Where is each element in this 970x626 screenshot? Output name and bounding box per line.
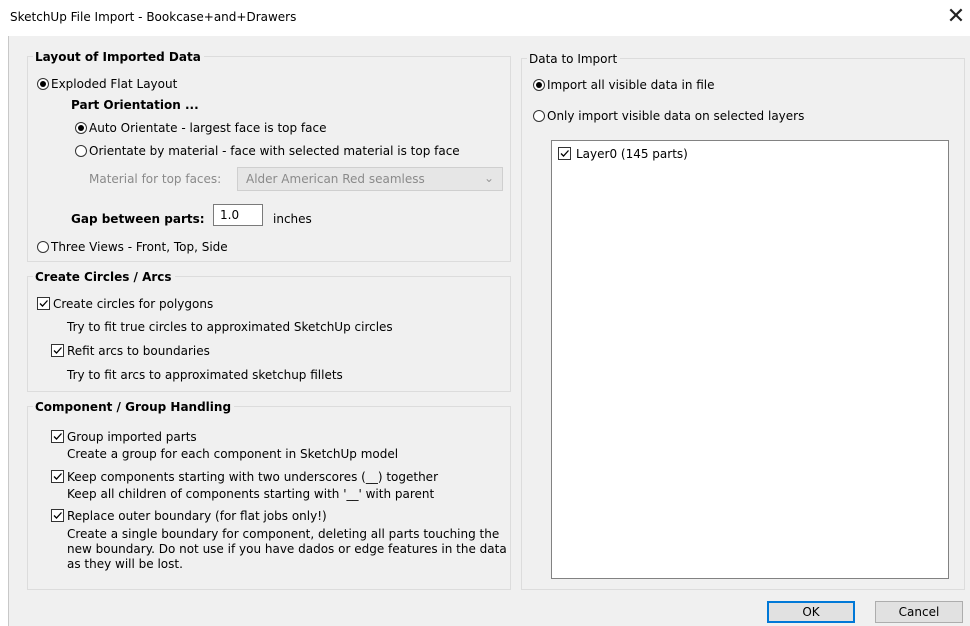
material-label: Material for top faces: [89, 172, 222, 186]
refit-arcs-label[interactable]: Refit arcs to boundaries [67, 344, 210, 358]
orientate-material-label[interactable]: Orientate by material - face with select… [89, 144, 460, 158]
three-views-label[interactable]: Three Views - Front, Top, Side [51, 240, 228, 254]
create-circles-label[interactable]: Create circles for polygons [53, 297, 213, 311]
layer0-label[interactable]: Layer0 (145 parts) [576, 147, 688, 161]
replace-boundary-desc-1: Create a single boundary for component, … [67, 527, 500, 541]
keep-components-checkbox[interactable] [51, 470, 64, 483]
import-selected-label[interactable]: Only import visible data on selected lay… [547, 109, 804, 123]
auto-orientate-radio[interactable] [75, 122, 87, 134]
replace-boundary-checkbox[interactable] [51, 509, 64, 522]
auto-orientate-label[interactable]: Auto Orientate - largest face is top fac… [89, 121, 326, 135]
data-import-legend: Data to Import [527, 52, 621, 66]
refit-arcs-desc: Try to fit arcs to approximated sketchup… [67, 368, 343, 382]
layout-group-legend: Layout of Imported Data [33, 50, 204, 64]
close-icon[interactable]: ✕ [944, 5, 968, 29]
replace-boundary-desc-3: as they will be lost. [67, 557, 183, 571]
circles-group-legend: Create Circles / Arcs [33, 270, 175, 284]
group-parts-checkbox[interactable] [51, 430, 64, 443]
part-orientation-heading: Part Orientation ... [71, 98, 199, 112]
dialog-body: Layout of Imported Data Exploded Flat La… [8, 36, 970, 626]
gap-unit: inches [273, 212, 312, 226]
three-views-radio[interactable] [37, 241, 49, 253]
exploded-flat-radio[interactable] [37, 78, 49, 90]
component-group-legend: Component / Group Handling [33, 400, 235, 414]
import-all-radio[interactable] [533, 79, 545, 91]
exploded-flat-label[interactable]: Exploded Flat Layout [51, 77, 177, 91]
group-parts-desc: Create a group for each component in Ske… [67, 447, 399, 461]
ok-button[interactable]: OK [767, 601, 855, 623]
chevron-down-icon: ⌄ [483, 171, 494, 185]
keep-components-label[interactable]: Keep components starting with two unders… [67, 470, 438, 484]
refit-arcs-checkbox[interactable] [51, 344, 64, 357]
material-select[interactable]: Alder American Red seamless ⌄ [237, 167, 503, 191]
window-title: SketchUp File Import - Bookcase+and+Draw… [10, 10, 297, 24]
cancel-button[interactable]: Cancel [875, 601, 963, 623]
import-all-label[interactable]: Import all visible data in file [547, 78, 715, 92]
material-select-value: Alder American Red seamless [246, 172, 425, 186]
create-circles-checkbox[interactable] [37, 297, 50, 310]
layer0-checkbox[interactable] [558, 147, 571, 160]
group-parts-label[interactable]: Group imported parts [67, 430, 197, 444]
layers-list[interactable]: Layer0 (145 parts) [551, 140, 949, 579]
orientate-material-radio[interactable] [75, 145, 87, 157]
replace-boundary-desc-2: new boundary. Do not use if you have dad… [67, 542, 507, 556]
create-circles-desc: Try to fit true circles to approximated … [67, 320, 393, 334]
keep-components-desc: Keep all children of components starting… [67, 487, 435, 501]
gap-label: Gap between parts: [71, 212, 205, 226]
gap-input[interactable]: 1.0 [213, 204, 263, 226]
replace-boundary-label[interactable]: Replace outer boundary (for flat jobs on… [67, 509, 327, 523]
title-bar: SketchUp File Import - Bookcase+and+Draw… [0, 0, 970, 36]
import-selected-radio[interactable] [533, 110, 545, 122]
